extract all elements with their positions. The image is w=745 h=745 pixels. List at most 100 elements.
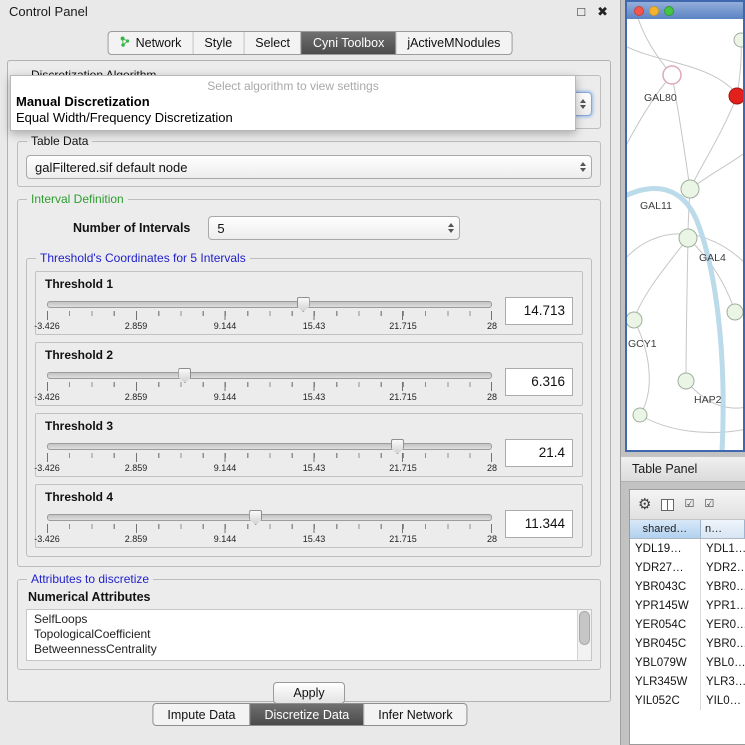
threshold-1-slider[interactable]: -3.426 2.859 9.144 15.43 21.715 28 bbox=[45, 295, 494, 332]
table-row[interactable]: YDL19…YDL1… bbox=[630, 539, 745, 558]
cyni-bottom-tabs: Impute Data Discretize Data Infer Networ… bbox=[152, 703, 467, 726]
cell[interactable]: YBR0… bbox=[701, 577, 745, 596]
cell[interactable]: YLR345W bbox=[630, 672, 701, 691]
node-label-gal11: GAL11 bbox=[640, 200, 672, 212]
cell[interactable]: YPR1… bbox=[701, 596, 745, 615]
table-row[interactable]: YDR27…YDR2… bbox=[630, 558, 745, 577]
slider-track[interactable] bbox=[47, 443, 492, 450]
popup-option-manual-discretization[interactable]: Manual Discretization bbox=[11, 94, 575, 110]
table-row[interactable]: YIL052CYIL0… bbox=[630, 691, 745, 710]
table-row[interactable]: YBR045CYBR0… bbox=[630, 634, 745, 653]
cell[interactable]: YIL052C bbox=[630, 691, 701, 710]
tab-network[interactable]: Network bbox=[109, 32, 193, 54]
cell[interactable]: YLR3… bbox=[701, 672, 745, 691]
combo-stepper-icon[interactable] bbox=[580, 162, 586, 172]
slider-track[interactable] bbox=[47, 301, 492, 308]
tab-select[interactable]: Select bbox=[243, 32, 301, 54]
minimize-button[interactable] bbox=[649, 6, 659, 16]
slider-thumb[interactable] bbox=[391, 439, 404, 454]
columns-icon[interactable] bbox=[661, 499, 674, 511]
table-data-combobox[interactable]: galFiltered.sif default node bbox=[26, 155, 592, 179]
select-none-icon[interactable]: ☑ bbox=[704, 499, 714, 510]
cell[interactable]: YER054C bbox=[630, 615, 701, 634]
cell[interactable]: YDR27… bbox=[630, 558, 701, 577]
numerical-attributes-list[interactable]: SelfLoops TopologicalCoefficient Between… bbox=[26, 609, 592, 661]
threshold-4-value-field[interactable]: 11.344 bbox=[505, 510, 573, 538]
slider-thumb[interactable] bbox=[178, 368, 191, 383]
scrollbar-thumb[interactable] bbox=[579, 611, 590, 645]
threshold-3-value-field[interactable]: 21.4 bbox=[505, 439, 573, 467]
attributes-group-title: Attributes to discretize bbox=[27, 572, 153, 586]
slider-thumb[interactable] bbox=[297, 297, 310, 312]
network-canvas[interactable]: GAL80 GAL11 GAL4 GCY1 HAP2 bbox=[627, 19, 743, 452]
node-gal80[interactable] bbox=[663, 66, 681, 84]
cell[interactable]: YER0… bbox=[701, 615, 745, 634]
close-button[interactable] bbox=[634, 6, 644, 16]
node-hap2[interactable] bbox=[678, 373, 694, 389]
tab-jactivemodules[interactable]: jActiveMNodules bbox=[395, 32, 511, 54]
gear-icon[interactable]: ⚙ bbox=[638, 497, 651, 512]
column-header-name[interactable]: n… bbox=[701, 520, 745, 539]
tab-infer-network[interactable]: Infer Network bbox=[363, 704, 466, 725]
tick-label: -3.426 bbox=[34, 463, 60, 473]
number-of-intervals-label: Number of Intervals bbox=[73, 221, 190, 235]
list-item[interactable]: TopologicalCoefficient bbox=[34, 627, 575, 642]
tab-cyni-toolbox[interactable]: Cyni Toolbox bbox=[301, 32, 395, 54]
apply-button[interactable]: Apply bbox=[273, 682, 344, 704]
node-gal4[interactable] bbox=[679, 229, 697, 247]
float-window-icon[interactable]: □ bbox=[577, 5, 585, 18]
cell[interactable]: YBL0… bbox=[701, 653, 745, 672]
slider-thumb[interactable] bbox=[249, 510, 262, 525]
node-unlabeled[interactable] bbox=[727, 304, 743, 320]
node-gal11[interactable] bbox=[681, 180, 699, 198]
select-all-icon[interactable]: ☑ bbox=[684, 499, 694, 510]
cell[interactable]: YBL079W bbox=[630, 653, 701, 672]
tab-discretize-data[interactable]: Discretize Data bbox=[250, 704, 364, 725]
number-of-intervals-row: Number of Intervals 5 bbox=[18, 200, 600, 242]
table-panel-header: Table Panel bbox=[621, 456, 745, 482]
cell[interactable]: YBR045C bbox=[630, 634, 701, 653]
combo-stepper-icon[interactable] bbox=[580, 99, 586, 109]
table-row[interactable]: YER054CYER0… bbox=[630, 615, 745, 634]
cell[interactable]: YBR043C bbox=[630, 577, 701, 596]
threshold-3-slider[interactable]: -3.426 2.859 9.144 15.43 21.715 28 bbox=[45, 437, 494, 474]
table-row[interactable]: YBL079WYBL0… bbox=[630, 653, 745, 672]
cell[interactable]: YIL0… bbox=[701, 691, 745, 710]
table-row[interactable]: YLR345WYLR3… bbox=[630, 672, 745, 691]
slider-track[interactable] bbox=[47, 372, 492, 379]
threshold-4-panel: Threshold 4 -3.426 2.859 9.144 15.43 bbox=[35, 484, 583, 548]
node-gcy1[interactable] bbox=[627, 312, 642, 328]
node-selected-red[interactable] bbox=[729, 88, 743, 104]
threshold-4-slider[interactable]: -3.426 2.859 9.144 15.43 21.715 28 bbox=[45, 508, 494, 545]
cell[interactable]: YPR145W bbox=[630, 596, 701, 615]
number-of-intervals-combobox[interactable]: 5 bbox=[208, 216, 460, 240]
node-unlabeled[interactable] bbox=[734, 33, 743, 47]
slider-track[interactable] bbox=[47, 514, 492, 521]
slider-tick-labels: -3.426 2.859 9.144 15.43 21.715 28 bbox=[47, 463, 492, 474]
node-unlabeled[interactable] bbox=[633, 408, 647, 422]
tab-impute-data[interactable]: Impute Data bbox=[153, 704, 249, 725]
zoom-button[interactable] bbox=[664, 6, 674, 16]
cell[interactable]: YBR0… bbox=[701, 634, 745, 653]
list-item[interactable]: BetweennessCentrality bbox=[34, 642, 575, 657]
table-row[interactable]: YBR043CYBR0… bbox=[630, 577, 745, 596]
window-title: Control Panel bbox=[9, 4, 577, 19]
threshold-1-label: Threshold 1 bbox=[36, 272, 582, 291]
table-row[interactable]: YPR145WYPR1… bbox=[630, 596, 745, 615]
cell[interactable]: YDL1… bbox=[701, 539, 745, 558]
popup-option-equal-width-frequency[interactable]: Equal Width/Frequency Discretization bbox=[11, 110, 575, 126]
cell[interactable]: YDR2… bbox=[701, 558, 745, 577]
node-label-gal80: GAL80 bbox=[644, 92, 677, 104]
tab-style[interactable]: Style bbox=[192, 32, 243, 54]
combo-stepper-icon[interactable] bbox=[448, 223, 454, 233]
threshold-2-slider[interactable]: -3.426 2.859 9.144 15.43 21.715 28 bbox=[45, 366, 494, 403]
threshold-2-value-field[interactable]: 6.316 bbox=[505, 368, 573, 396]
close-window-icon[interactable]: ✖ bbox=[597, 5, 608, 18]
list-item[interactable]: SelfLoops bbox=[34, 612, 575, 627]
threshold-1-value-field[interactable]: 14.713 bbox=[505, 297, 573, 325]
tick-label: 9.144 bbox=[214, 392, 237, 402]
tick-label: 15.43 bbox=[303, 392, 326, 402]
column-header-shared-name[interactable]: shared… bbox=[630, 520, 701, 539]
cell[interactable]: YDL19… bbox=[630, 539, 701, 558]
list-scrollbar[interactable] bbox=[577, 610, 591, 660]
